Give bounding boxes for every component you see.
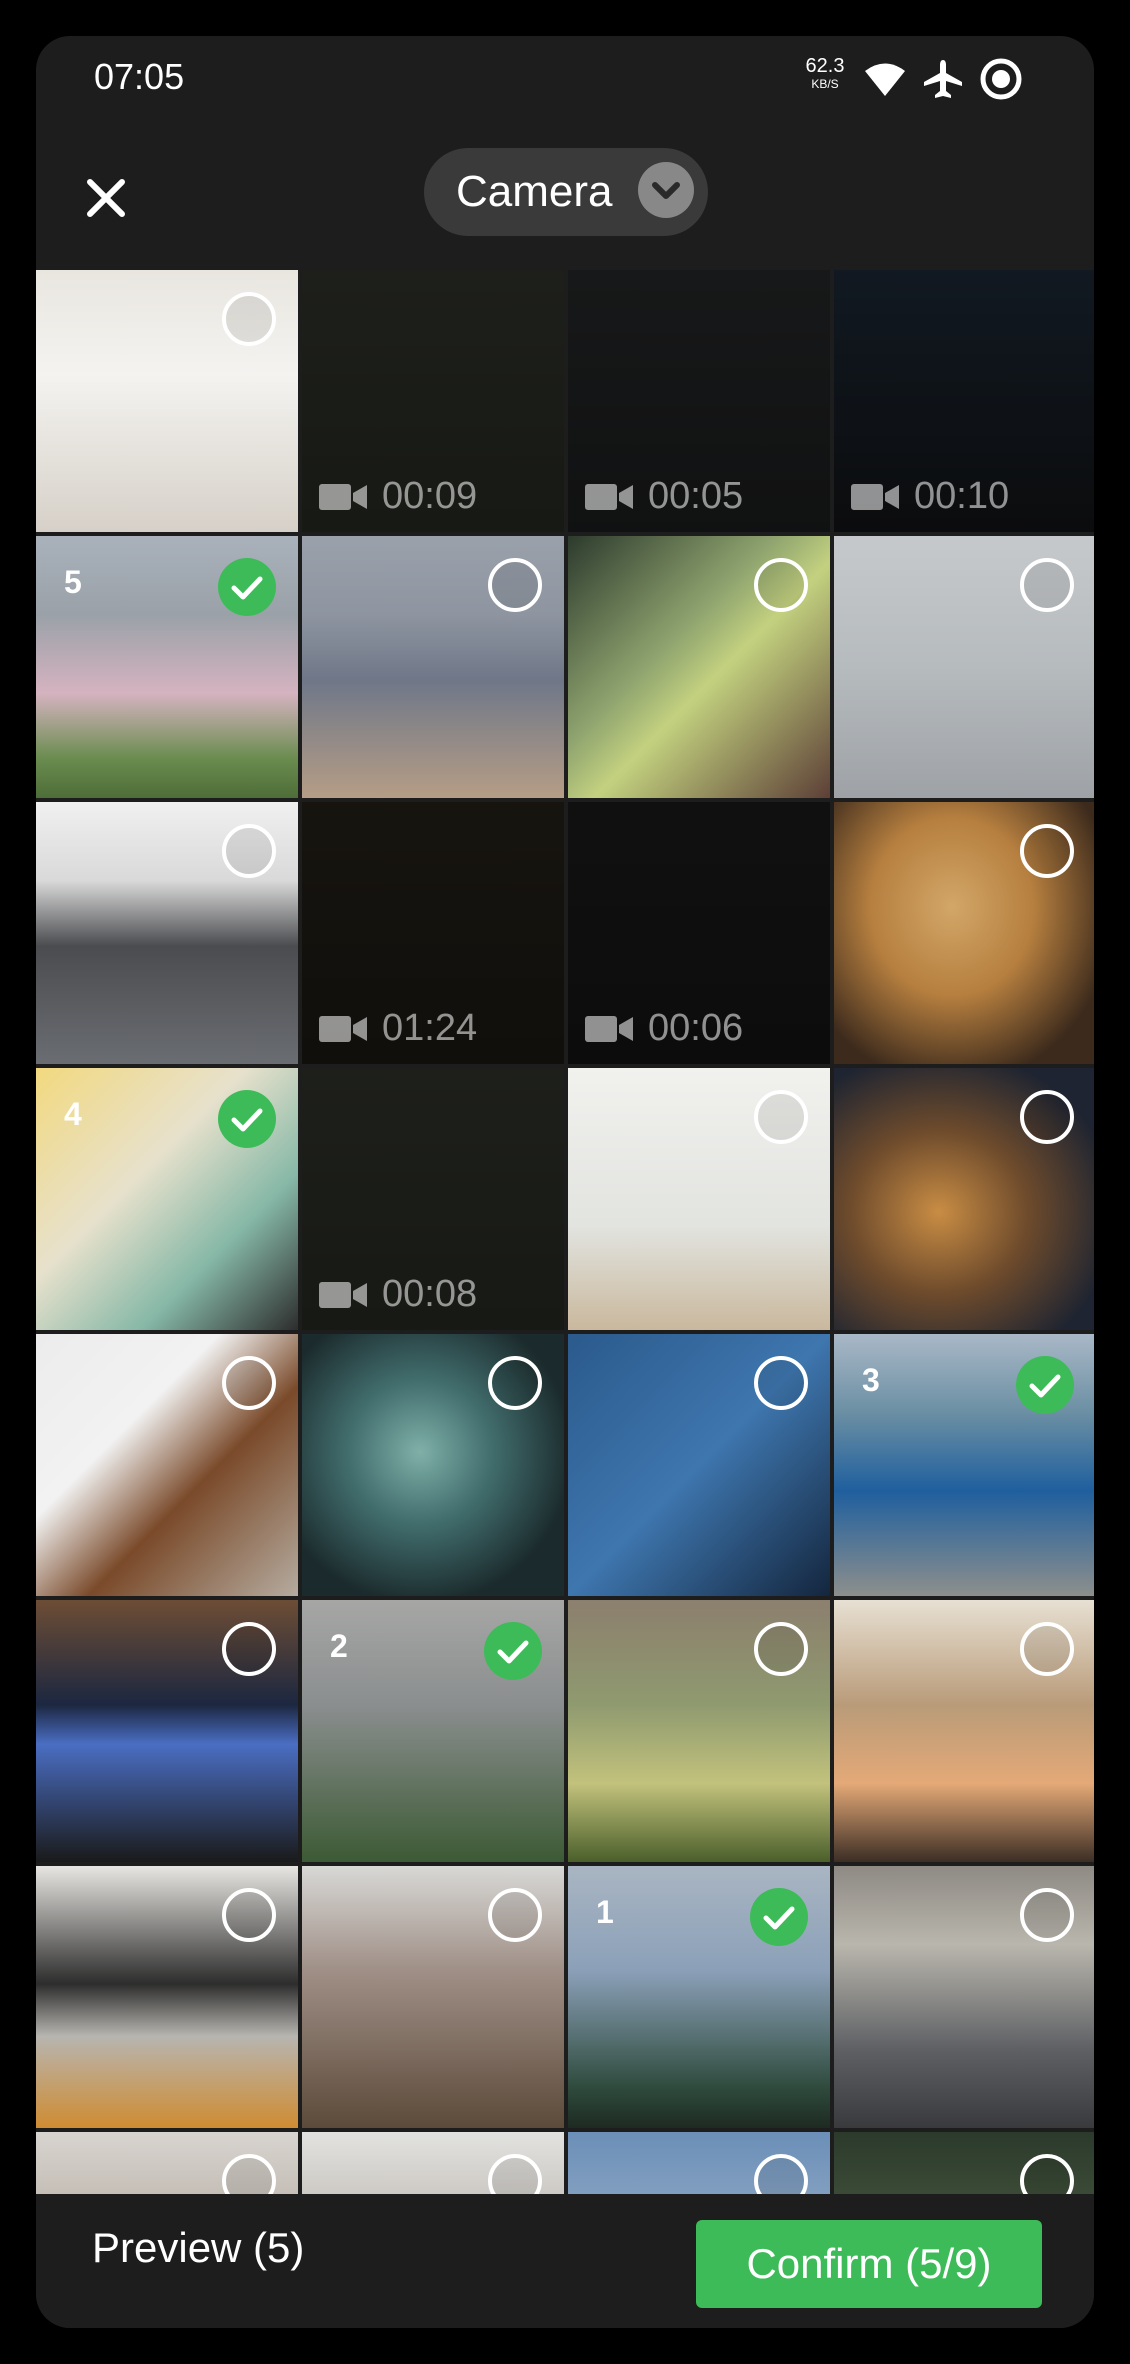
checkmark-icon[interactable] [218, 558, 276, 616]
select-circle[interactable] [488, 2154, 542, 2194]
close-icon[interactable] [74, 166, 138, 230]
photo-thumbnail[interactable] [834, 536, 1094, 798]
photo-thumbnail[interactable]: 3 [834, 1334, 1094, 1596]
photo-thumbnail[interactable] [302, 1334, 564, 1596]
select-circle[interactable] [1020, 2154, 1074, 2194]
select-circle[interactable] [1020, 1090, 1074, 1144]
photo-thumbnail[interactable] [834, 1068, 1094, 1330]
photo-thumbnail[interactable]: 1 [568, 1866, 830, 2128]
video-info: 00:09 [318, 475, 477, 518]
video-info: 00:10 [850, 475, 1009, 518]
video-camera-icon [319, 1281, 367, 1308]
photo-thumbnail[interactable] [36, 1334, 298, 1596]
select-circle[interactable] [222, 1356, 276, 1410]
checkmark-icon[interactable] [750, 1888, 808, 1946]
video-camera-icon [585, 1015, 633, 1042]
confirm-button[interactable]: Confirm (5/9) [696, 2220, 1042, 2308]
photo-thumbnail[interactable]: 4 [36, 1068, 298, 1330]
media-grid: 00:09 00:05 00:10 5 01:24 00:06 4 00:08 3 2 1 [36, 270, 1094, 2194]
selection-order: 3 [862, 1362, 880, 1398]
photo-thumbnail[interactable] [568, 1334, 830, 1596]
photo-thumbnail[interactable] [568, 1068, 830, 1330]
video-camera-icon [585, 483, 633, 510]
select-circle[interactable] [222, 2154, 276, 2194]
video-thumbnail[interactable]: 00:08 [302, 1068, 564, 1330]
photo-thumbnail[interactable] [834, 1866, 1094, 2128]
video-info: 00:08 [318, 1273, 477, 1316]
status-time: 07:05 [94, 56, 185, 97]
video-duration: 00:08 [382, 1273, 478, 1315]
select-circle[interactable] [1020, 824, 1074, 878]
photo-thumbnail[interactable] [36, 1866, 298, 2128]
focus-mode-icon [980, 58, 1022, 100]
select-circle[interactable] [1020, 558, 1074, 612]
video-thumbnail[interactable]: 00:10 [834, 270, 1094, 532]
photo-thumbnail[interactable] [36, 270, 298, 532]
photo-thumbnail[interactable] [36, 2132, 298, 2194]
photo-thumbnail[interactable]: 5 [36, 536, 298, 798]
photo-thumbnail[interactable] [834, 2132, 1094, 2194]
video-thumbnail[interactable]: 01:24 [302, 802, 564, 1064]
photo-thumbnail[interactable] [302, 2132, 564, 2194]
checkmark-icon[interactable] [218, 1090, 276, 1148]
video-info: 00:05 [584, 475, 743, 518]
video-duration: 00:06 [648, 1007, 744, 1049]
status-bar: 07:05 62.3 KB/S [36, 36, 1094, 146]
video-camera-icon [851, 483, 899, 510]
select-circle[interactable] [222, 824, 276, 878]
network-speed: 62.3 KB/S [800, 56, 850, 90]
photo-thumbnail[interactable] [36, 802, 298, 1064]
select-circle[interactable] [222, 292, 276, 346]
select-circle[interactable] [488, 1888, 542, 1942]
photo-thumbnail[interactable] [302, 536, 564, 798]
selection-order: 5 [64, 564, 82, 600]
select-circle[interactable] [754, 1090, 808, 1144]
select-circle[interactable] [754, 558, 808, 612]
photo-thumbnail[interactable]: 2 [302, 1600, 564, 1862]
network-speed-unit: KB/S [811, 77, 839, 91]
checkmark-icon[interactable] [484, 1622, 542, 1680]
wifi-icon [865, 63, 905, 96]
network-speed-value: 62.3 [805, 55, 845, 77]
selection-order: 2 [330, 1628, 348, 1664]
video-duration: 01:24 [382, 1007, 478, 1049]
video-thumbnail[interactable]: 00:05 [568, 270, 830, 532]
photo-picker-screen: 07:05 62.3 KB/S Camera 00:09 00:05 00:10 5 0… [36, 36, 1094, 2328]
select-circle[interactable] [754, 1622, 808, 1676]
select-circle[interactable] [1020, 1888, 1074, 1942]
select-circle[interactable] [754, 2154, 808, 2194]
preview-button[interactable]: Preview (5) [92, 2224, 304, 2272]
video-duration: 00:10 [914, 475, 1010, 517]
select-circle[interactable] [488, 558, 542, 612]
photo-thumbnail[interactable] [834, 802, 1094, 1064]
chevron-down-icon[interactable] [638, 162, 694, 218]
video-camera-icon [319, 483, 367, 510]
photo-thumbnail[interactable] [834, 1600, 1094, 1862]
selection-order: 1 [596, 1894, 614, 1930]
photo-thumbnail[interactable] [36, 1600, 298, 1862]
selection-order: 4 [64, 1096, 82, 1132]
photo-thumbnail[interactable] [302, 1866, 564, 2128]
video-camera-icon [319, 1015, 367, 1042]
select-circle[interactable] [1020, 1622, 1074, 1676]
photo-thumbnail[interactable] [568, 1600, 830, 1862]
select-circle[interactable] [222, 1888, 276, 1942]
video-duration: 00:05 [648, 475, 744, 517]
airplane-mode-icon [924, 60, 962, 98]
checkmark-icon[interactable] [1016, 1356, 1074, 1414]
select-circle[interactable] [488, 1356, 542, 1410]
video-thumbnail[interactable]: 00:06 [568, 802, 830, 1064]
photo-thumbnail[interactable] [568, 536, 830, 798]
select-circle[interactable] [222, 1622, 276, 1676]
select-circle[interactable] [754, 1356, 808, 1410]
video-duration: 00:09 [382, 475, 478, 517]
video-info: 00:06 [584, 1007, 743, 1050]
bottom-action-bar: Preview (5) Confirm (5/9) [36, 2194, 1094, 2328]
video-thumbnail[interactable]: 00:09 [302, 270, 564, 532]
album-name: Camera [456, 167, 613, 216]
photo-thumbnail[interactable] [568, 2132, 830, 2194]
video-info: 01:24 [318, 1007, 477, 1050]
